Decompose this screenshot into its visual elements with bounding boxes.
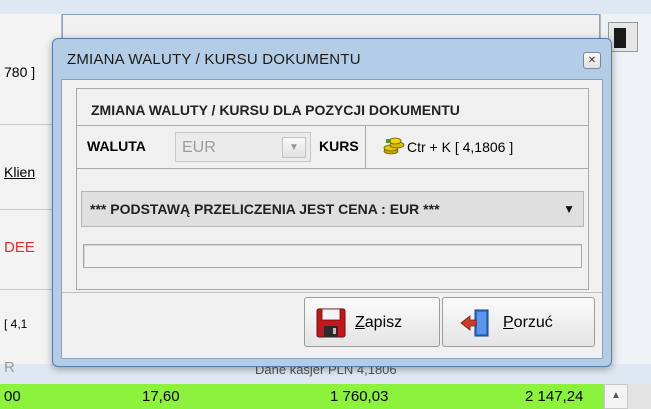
cancel-button[interactable]: Porzuć [442,297,595,347]
cancel-label-rest: orzuć [513,314,553,331]
save-label-rest: apisz [364,314,403,331]
currency-rate-row: WALUTA EUR ▼ KURS Ctr + K [ 4,1806 ] [77,125,588,169]
chevron-down-icon[interactable]: ▼ [563,202,575,216]
currency-group: ZMIANA WALUTY / KURSU DLA POZYCJI DOKUME… [76,88,589,290]
dialog-title: ZMIANA WALUTY / KURSU DOKUMENTU [67,51,361,68]
conversion-basis-value: *** PODSTAWĄ PRZELICZENIA JEST CENA : EU… [90,201,440,217]
table-cell: 1 760,03 [330,388,389,405]
currency-value: EUR [182,139,216,156]
background-text-4: [ 4,1 [4,317,28,331]
progress-bar [83,244,582,268]
table-cell: 00 [4,388,21,405]
exit-door-icon [460,309,489,337]
background-text-2[interactable]: Klien [4,164,35,180]
save-accelerator: Z [355,314,365,331]
divider [62,292,602,293]
table-cell: 17,60 [142,388,180,405]
chevron-down-icon[interactable]: ▼ [282,137,306,158]
rate-label: KURS [319,138,359,154]
currency-label: WALUTA [87,138,146,154]
background-top [0,0,651,14]
table-row[interactable]: 00 17,60 1 760,03 2 147,24 [0,384,604,409]
currency-select[interactable]: EUR ▼ [175,132,311,162]
background-text-3: DEE [4,239,35,256]
cancel-button-label: Porzuć [503,314,553,332]
dialog-titlebar[interactable]: ZMIANA WALUTY / KURSU DOKUMENTU ✕ [53,39,611,79]
currency-change-dialog: ZMIANA WALUTY / KURSU DOKUMENTU ✕ ZMIANA… [52,38,612,367]
save-button-label: Zapisz [355,314,402,332]
close-button[interactable]: ✕ [583,52,601,69]
group-title: ZMIANA WALUTY / KURSU DLA POZYCJI DOKUME… [91,102,460,118]
table-cell: 2 147,24 [525,388,584,405]
close-icon: ✕ [587,55,597,66]
background-text-1: 780 ] [4,64,36,80]
conversion-basis-select[interactable]: *** PODSTAWĄ PRZELICZENIA JEST CENA : EU… [81,191,584,227]
dialog-body: ZMIANA WALUTY / KURSU DLA POZYCJI DOKUME… [61,79,603,359]
background-right-block [614,28,626,48]
coins-icon[interactable] [383,136,405,156]
scrollbar-track[interactable] [628,384,651,409]
scroll-up-button[interactable]: ▲ [604,384,628,409]
cancel-accelerator: P [503,314,514,331]
background-text-5: R [4,359,15,376]
floppy-disk-icon [316,308,346,338]
save-button[interactable]: Zapisz [304,297,440,347]
rate-value: Ctr + K [ 4,1806 ] [407,139,514,155]
divider [365,126,366,168]
